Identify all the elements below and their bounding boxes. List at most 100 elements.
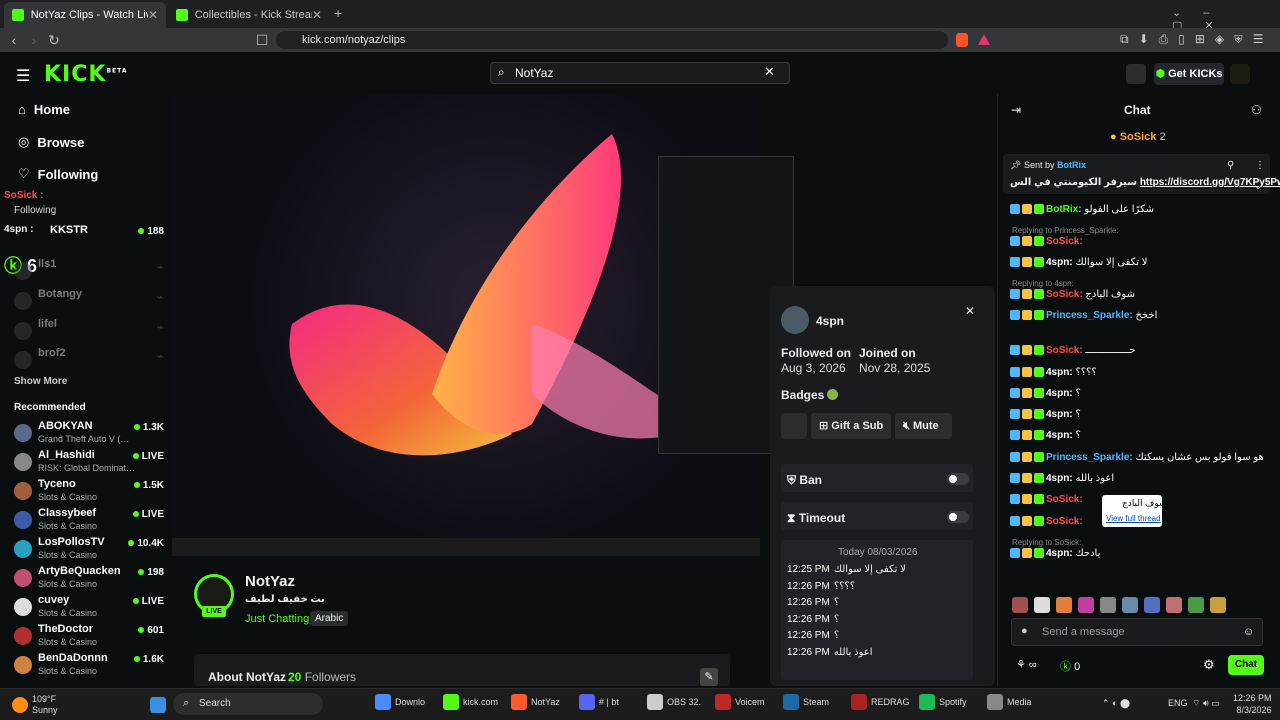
taskbar-app[interactable]: NotYaz	[511, 694, 560, 710]
recommended-channel[interactable]: ABOKYAN Grand Theft Auto V (… 1.3K	[14, 420, 164, 448]
close-tab-icon[interactable]: ✕	[148, 8, 158, 22]
chat-message[interactable]: 4spn: ؟؟؟؟	[1010, 367, 1275, 378]
gift-sub-button[interactable]: ⊞ Gift a Sub	[811, 413, 891, 439]
reload-icon[interactable]: ↻	[44, 30, 64, 50]
chat-message[interactable]: 4spn: ؟	[1010, 388, 1275, 399]
recommended-channel[interactable]: Al_Hashidi RISK: Global Dominat… LIVE	[14, 449, 164, 477]
chat-username[interactable]: 4spn	[1046, 409, 1069, 420]
dashboard-icon[interactable]	[1126, 64, 1146, 84]
browser-tab[interactable]: Collectibles - Kick Streaming ✕	[168, 2, 330, 28]
avatar[interactable]	[1230, 64, 1250, 84]
chat-message[interactable]: 4spn: اعوذ بالله	[1010, 473, 1275, 484]
recommended-channel[interactable]: LosPollosTV Slots & Casino 10.4K	[14, 536, 164, 564]
chat-message[interactable]: Princess_Sparkle: هو سوا فولو بس عشان يس…	[1010, 452, 1275, 463]
chat-username[interactable]: SoSick	[1046, 516, 1079, 527]
browser-tab-active[interactable]: NotYaz Clips - Watch Live on Kick ✕	[4, 2, 166, 28]
chat-message[interactable]: SoSick:	[1010, 516, 1275, 527]
chat-username[interactable]: 4spn	[1046, 473, 1069, 484]
chat-username[interactable]: SoSick	[1046, 289, 1079, 300]
recommended-channel[interactable]: Classybeef Slots & Casino LIVE	[14, 507, 164, 535]
brave-rewards-icon[interactable]	[978, 34, 990, 45]
stream-tag[interactable]: Arabic	[310, 611, 349, 626]
chevron-down-icon[interactable]: ⌄	[1254, 181, 1262, 192]
chat-username[interactable]: 4spn	[1046, 367, 1069, 378]
sidebar-item-browse[interactable]: ◎ Browse	[18, 134, 84, 150]
brave-shield-icon[interactable]	[956, 33, 968, 47]
chat-username[interactable]: 4spn	[1046, 257, 1069, 268]
reply-context[interactable]: Replying to SoSick:	[1012, 538, 1081, 547]
chat-message[interactable]: 4spn: ؟	[1010, 430, 1275, 441]
chat-username[interactable]: 4spn	[1046, 430, 1069, 441]
reply-context[interactable]: Replying to Princess_Sparkle:	[1012, 226, 1119, 235]
chat-message[interactable]: BotRix: شكرًا على الفولو	[1010, 204, 1275, 215]
recommended-channel[interactable]: cuvey Slots & Casino LIVE	[14, 594, 164, 622]
following-channel[interactable]: lifel ⌁	[14, 318, 164, 346]
chat-message[interactable]: 4spn: يادحك	[1010, 548, 1275, 559]
chat-username[interactable]: SoSick	[1046, 345, 1079, 356]
taskbar-app[interactable]: REDRAG	[851, 694, 910, 710]
reply-context[interactable]: Replying to 4spn:	[1012, 279, 1074, 288]
taskbar-app[interactable]: Steam	[783, 694, 829, 710]
taskbar-app[interactable]: Downlo	[375, 694, 425, 710]
recommended-channel[interactable]: BenDaDonnn Slots & Casino 1.6K	[14, 652, 164, 680]
close-icon[interactable]: ✕	[965, 304, 975, 318]
get-kicks-button[interactable]: ⬢ Get KICKs	[1154, 63, 1224, 85]
chat-username[interactable]: 4spn	[1046, 388, 1069, 399]
chat-username[interactable]: SoSick	[1046, 236, 1079, 247]
recommended-channel[interactable]: Tyceno Slots & Casino 1.5K	[14, 478, 164, 506]
chat-username[interactable]: BotRix	[1046, 204, 1078, 215]
following-channel[interactable]: lls1 ⌁	[14, 258, 164, 286]
chat-username[interactable]: 4spn	[1046, 548, 1069, 559]
weather-widget[interactable]: 109°F Sunny	[12, 694, 58, 716]
chat-message[interactable]: 4spn: ؟	[1010, 409, 1275, 420]
chat-message[interactable]: SoSick: حـــــــــــــــ	[1010, 345, 1275, 356]
timeout-toggle[interactable]	[947, 511, 969, 523]
top-gifter[interactable]: ● SoSick 2	[1110, 131, 1166, 143]
more-button[interactable]	[781, 413, 807, 439]
chat-message[interactable]: 4spn: لا تكفى إلا سوالك	[1010, 257, 1275, 268]
system-tray[interactable]: ⌔ 🔊︎ ▭	[1192, 698, 1220, 709]
taskbar-app[interactable]: Spotify	[919, 694, 967, 710]
search-input[interactable]: NotYaz	[490, 62, 790, 84]
taskbar-app[interactable]: OBS 32.	[647, 694, 701, 710]
taskbar-search[interactable]: Search	[173, 693, 323, 715]
language-indicator[interactable]: ENG	[1168, 698, 1188, 708]
pinned-more-icon[interactable]: ⋮	[1255, 160, 1265, 171]
kick-logo[interactable]: KICKBETA	[44, 62, 127, 87]
send-chat-button[interactable]: Chat	[1228, 655, 1264, 675]
sidebar-item-following[interactable]: ♡ Following	[18, 166, 98, 182]
channel-name[interactable]: NotYaz	[245, 573, 295, 590]
taskbar-app[interactable]: kick.com	[443, 694, 498, 710]
chat-message[interactable]: SoSick:	[1010, 236, 1275, 247]
chat-username[interactable]: Princess_Sparkle	[1046, 310, 1129, 321]
following-channel[interactable]: Botangy ⌁	[14, 288, 164, 316]
new-tab-button[interactable]: +	[334, 5, 342, 21]
stream-category[interactable]: Just Chatting	[245, 613, 309, 625]
chat-tools-icon[interactable]: ⚘ ∞	[1016, 658, 1037, 671]
user-list-icon[interactable]: ⚇	[1251, 103, 1262, 117]
taskbar-app[interactable]: # | bt	[579, 694, 619, 710]
clock[interactable]: 12:26 PM 8/3/2026	[1233, 692, 1272, 716]
kicks-balance[interactable]: ⓚ 0	[1060, 658, 1080, 674]
menu-icon[interactable]: ☰	[16, 66, 30, 86]
tray-icons[interactable]: ⌃ ◐ ⬤	[1102, 698, 1130, 709]
emoji-icon[interactable]: ☺	[1243, 626, 1254, 638]
recommended-channel[interactable]: TheDoctor Slots & Casino 601	[14, 623, 164, 651]
close-tab-icon[interactable]: ✕	[312, 8, 322, 22]
chat-message[interactable]: SoSick: شوف البادج	[1010, 289, 1275, 300]
chat-message[interactable]: Princess_Sparkle: اخخخ	[1010, 310, 1275, 321]
following-channel[interactable]: brof2 ⌁	[14, 347, 164, 375]
unpin-icon[interactable]: ⚲	[1227, 160, 1234, 171]
browser-extension-icons[interactable]: ⧉⬇⎙▯⊞◈⛨☰	[1120, 32, 1274, 47]
back-icon[interactable]: ‹	[4, 30, 24, 50]
recommended-channel[interactable]: ArtyBeQuacken Slots & Casino 198	[14, 565, 164, 593]
ban-toggle[interactable]	[947, 473, 969, 485]
clear-search-icon[interactable]: ✕	[764, 64, 775, 80]
start-button[interactable]	[150, 697, 166, 713]
edit-icon[interactable]: ✎	[700, 668, 718, 686]
chat-message[interactable]: SoSick:	[1010, 494, 1275, 505]
show-more-link[interactable]: Show More	[14, 376, 67, 387]
gear-icon[interactable]: ⚙	[1203, 657, 1215, 673]
collapse-chat-icon[interactable]: ⇥	[1011, 103, 1021, 117]
forward-icon[interactable]: ›	[24, 30, 44, 50]
